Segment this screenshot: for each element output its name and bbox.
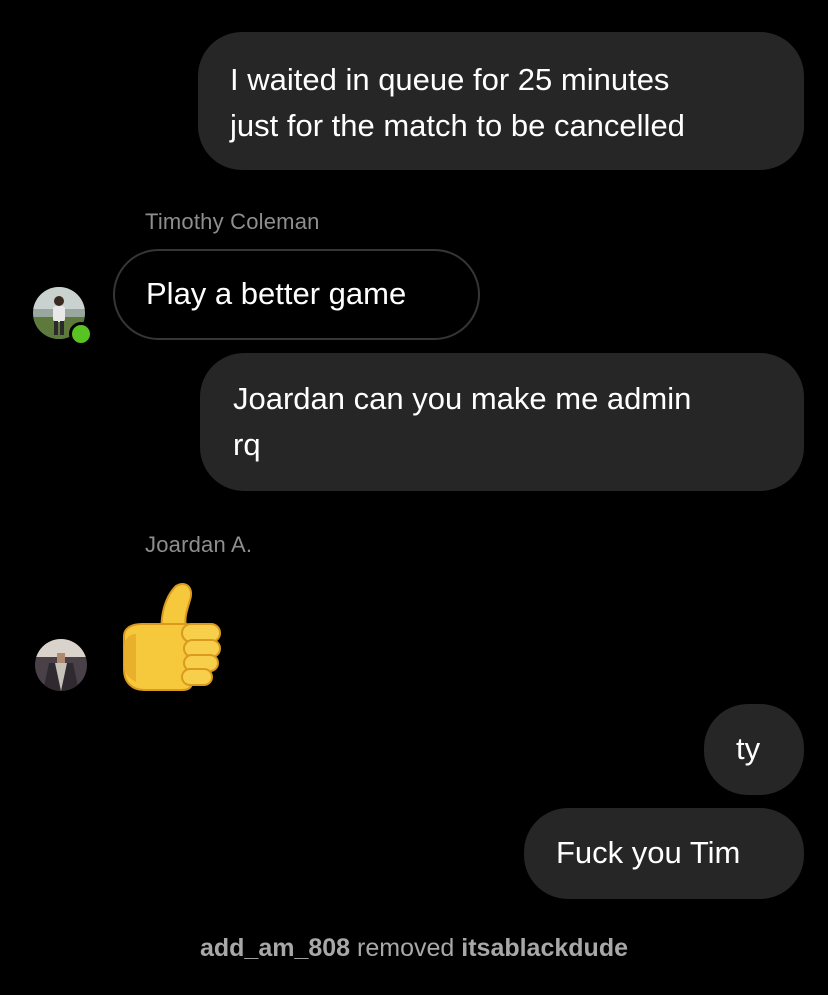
outgoing-message[interactable]: Joardan can you make me admin rq	[200, 353, 804, 491]
sender-name: Timothy Coleman	[145, 209, 320, 234]
sender-name: Joardan A.	[145, 532, 253, 557]
thumbs-up-icon	[123, 582, 221, 691]
group-system-event: add_am_808 removed itsablackdude	[0, 934, 828, 963]
message-text: Play a better game	[146, 276, 407, 311]
avatar-photo	[35, 639, 87, 691]
outgoing-message[interactable]: I waited in queue for 25 minutes just fo…	[198, 32, 804, 170]
message-text-line: I waited in queue for 25 minutes	[230, 62, 670, 97]
online-status-indicator	[69, 322, 93, 346]
event-action: removed	[357, 934, 455, 962]
message-text-line: just for the match to be cancelled	[230, 108, 685, 143]
message-text-line: Joardan can you make me admin	[233, 381, 692, 416]
outgoing-message[interactable]: ty	[704, 704, 804, 795]
message-text: Fuck you Tim	[556, 835, 741, 870]
actor-username[interactable]: add_am_808	[200, 934, 350, 962]
avatar[interactable]	[35, 639, 87, 691]
incoming-emoji-message[interactable]	[116, 578, 228, 693]
incoming-message[interactable]: Play a better game	[113, 249, 480, 340]
message-text-line: rq	[233, 427, 261, 462]
message-text: ty	[736, 731, 761, 766]
outgoing-message[interactable]: Fuck you Tim	[524, 808, 804, 899]
target-username[interactable]: itsablackdude	[461, 934, 628, 962]
